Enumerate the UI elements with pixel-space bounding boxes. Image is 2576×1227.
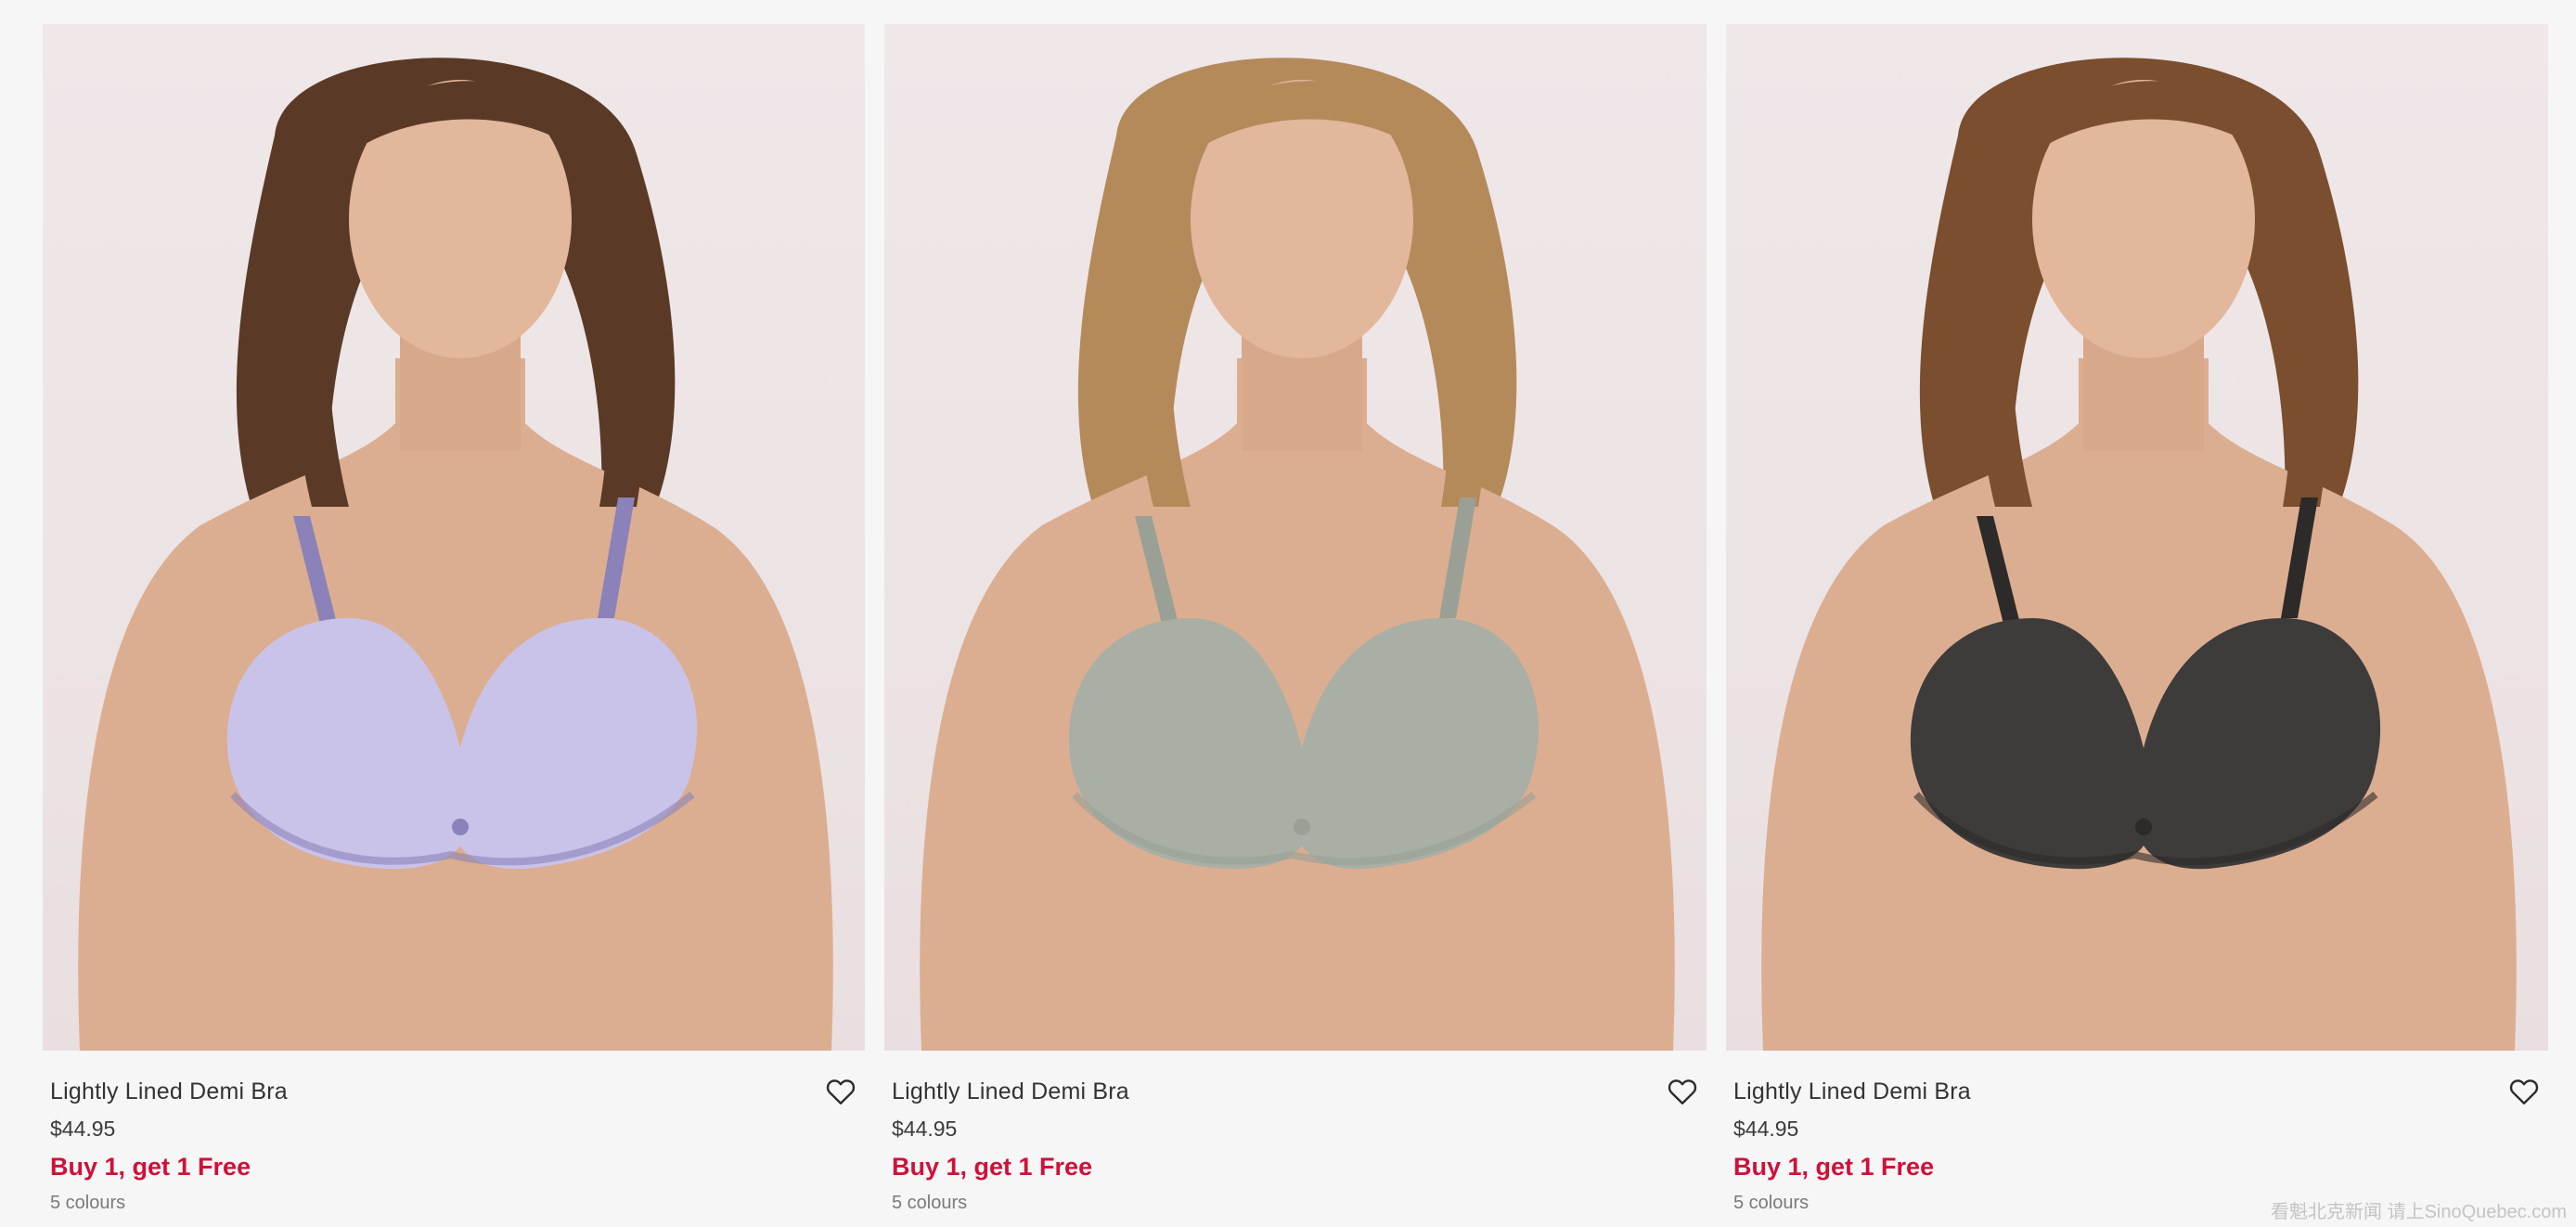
product-card[interactable]: Lightly Lined Demi Bra $44.95 Buy 1, get 1… — [43, 24, 865, 1215]
product-info: Lightly Lined Demi Bra $44.95 Buy 1, get 1… — [1726, 1051, 2548, 1215]
watermark: 看魁北克新闻 请上SinoQuebec.com — [2271, 1202, 2567, 1222]
product-name[interactable]: Lightly Lined Demi Bra — [50, 1077, 857, 1106]
promo-label: Buy 1, get 1 Free — [50, 1153, 251, 1181]
product-info: Lightly Lined Demi Bra $44.95 Buy 1, get 1… — [43, 1051, 865, 1215]
model-illustration — [920, 58, 1675, 1051]
colour-count[interactable]: 5 colours — [50, 1191, 857, 1215]
product-image[interactable] — [1726, 24, 2548, 1051]
promo-label: Buy 1, get 1 Free — [1733, 1153, 1935, 1181]
wishlist-heart-icon[interactable] — [824, 1075, 857, 1108]
product-card[interactable]: Lightly Lined Demi Bra $44.95 Buy 1, get 1… — [884, 24, 1707, 1215]
product-price: $44.95 — [50, 1117, 116, 1141]
product-image[interactable] — [43, 24, 865, 1051]
product-info: Lightly Lined Demi Bra $44.95 Buy 1, get 1… — [884, 1051, 1707, 1215]
product-image[interactable] — [884, 24, 1707, 1051]
product-card[interactable]: Lightly Lined Demi Bra $44.95 Buy 1, get 1… — [1726, 24, 2548, 1215]
promo-label: Buy 1, get 1 Free — [892, 1153, 1093, 1181]
product-price: $44.95 — [1733, 1117, 1799, 1141]
colour-count[interactable]: 5 colours — [892, 1191, 1699, 1215]
product-name[interactable]: Lightly Lined Demi Bra — [1733, 1077, 2541, 1106]
model-illustration — [78, 58, 833, 1051]
product-grid: Lightly Lined Demi Bra $44.95 Buy 1, get 1… — [43, 24, 2548, 1215]
wishlist-heart-icon[interactable] — [2507, 1075, 2541, 1108]
wishlist-heart-icon[interactable] — [1666, 1075, 1699, 1108]
product-price: $44.95 — [892, 1117, 958, 1141]
model-illustration — [1761, 58, 2517, 1051]
product-name[interactable]: Lightly Lined Demi Bra — [892, 1077, 1699, 1106]
